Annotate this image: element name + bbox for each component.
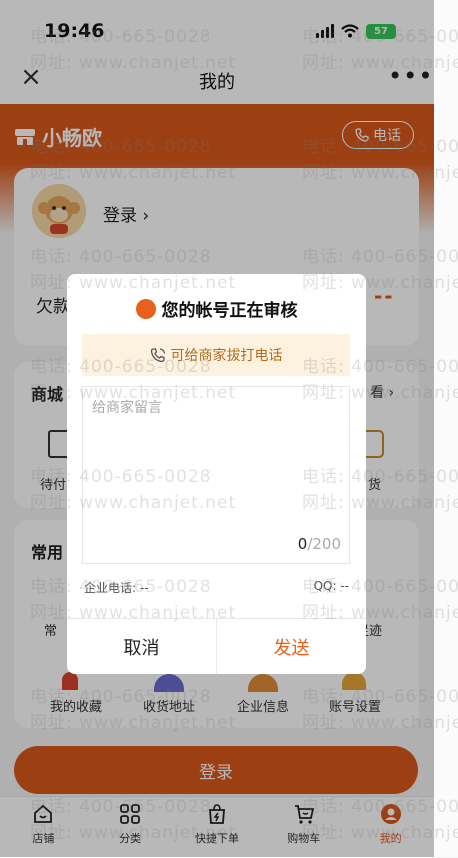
message-textarea[interactable]: 给商家留言 0/200: [82, 386, 350, 564]
char-count-max: /200: [307, 535, 341, 553]
right-edge: [434, 0, 458, 857]
review-modal: 您的帐号正在审核 可给商家拔打电话 给商家留言 0/200 企业电话: -- Q…: [67, 274, 366, 674]
modal-footer: 取消 发送: [67, 618, 366, 674]
status-dot-icon: [135, 298, 156, 319]
phone-call-icon: [150, 348, 165, 363]
modal-title-text: 您的帐号正在审核: [161, 301, 298, 321]
send-button[interactable]: 发送: [217, 619, 366, 674]
company-qq: QQ: --: [313, 579, 349, 593]
character-counter: 0/200: [298, 535, 341, 553]
char-count-current: 0: [297, 535, 308, 553]
call-merchant-label: 可给商家拔打电话: [170, 348, 283, 364]
company-phone: 企业电话: --: [84, 581, 149, 595]
cancel-button[interactable]: 取消: [67, 619, 217, 674]
message-placeholder: 给商家留言: [92, 400, 162, 416]
modal-title: 您的帐号正在审核: [67, 296, 366, 321]
call-merchant-button[interactable]: 可给商家拔打电话: [82, 334, 350, 376]
